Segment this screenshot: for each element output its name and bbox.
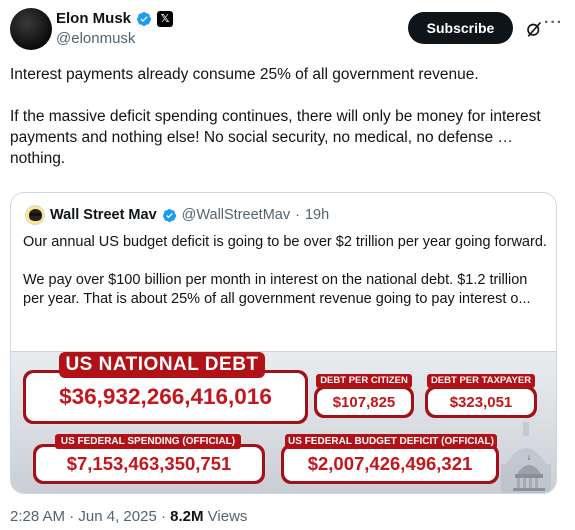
footer-separator: ·	[69, 508, 75, 525]
quote-author-handle[interactable]: @WallStreetMav	[182, 207, 290, 223]
federal-spending-box: $7,153,463,350,751	[33, 444, 265, 484]
post-time[interactable]: 2:28 AM	[10, 508, 65, 525]
quote-text: Our annual US budget deficit is going to…	[23, 233, 548, 328]
quote-paragraph: Our annual US budget deficit is going to…	[23, 234, 547, 250]
more-icon[interactable]: ···	[544, 14, 563, 32]
verified-badge-icon	[162, 208, 176, 222]
quote-author-name[interactable]: Wall Street Mav	[50, 207, 157, 223]
national-debt-value: $36,932,266,416,016	[26, 373, 305, 421]
tweet-header: Elon Musk 𝕏 @elonmusk Subscribe ···	[10, 8, 565, 52]
budget-deficit-value: $2,007,426,496,321	[284, 447, 496, 481]
debt-per-taxpayer-label: DEBT PER TAXPAYER	[427, 374, 535, 388]
footer-separator: ·	[160, 508, 166, 525]
debt-clock-image[interactable]: $36,932,266,416,016 US NATIONAL DEBT $10…	[11, 351, 556, 493]
capitol-icon	[513, 454, 545, 491]
tweet-paragraph: Interest payments already consume 25% of…	[10, 66, 479, 83]
debt-per-citizen-label: DEBT PER CITIZEN	[316, 374, 412, 388]
debt-per-taxpayer-box: $323,051	[425, 386, 537, 418]
author-name-row: Elon Musk 𝕏	[56, 10, 174, 27]
verified-badge-icon[interactable]	[136, 11, 152, 27]
federal-spending-value: $7,153,463,350,751	[36, 447, 262, 481]
quoted-tweet[interactable]: Wall Street Mav @WallStreetMav · 19h Our…	[10, 192, 557, 494]
quote-separator: ·	[295, 207, 300, 223]
author-avatar[interactable]	[10, 8, 52, 50]
quote-paragraph: We pay over $100 billion per month in in…	[23, 272, 531, 307]
tweet-paragraph: If the massive deficit spending continue…	[10, 108, 541, 167]
quote-time[interactable]: 19h	[305, 207, 329, 223]
tweet-footer: 2:28 AM · Jun 4, 2025 · 8.2M Views	[10, 508, 247, 525]
views-label: Views	[207, 508, 248, 525]
debt-per-taxpayer-value: $323,051	[428, 389, 534, 415]
federal-spending-label: US FEDERAL SPENDING (OFFICIAL)	[55, 434, 241, 449]
debt-per-citizen-value: $107,825	[317, 389, 411, 415]
tweet-text: Interest payments already consume 25% of…	[10, 64, 565, 190]
author-handle[interactable]: @elonmusk	[56, 30, 135, 47]
national-debt-title: US NATIONAL DEBT	[59, 352, 265, 378]
budget-deficit-box: $2,007,426,496,321	[281, 444, 499, 484]
quote-header: Wall Street Mav @WallStreetMav · 19h	[25, 205, 329, 225]
grok-icon[interactable]	[525, 20, 543, 38]
x-logo-icon: 𝕏	[157, 10, 174, 27]
author-name[interactable]: Elon Musk	[56, 10, 131, 27]
subscribe-button[interactable]: Subscribe	[408, 12, 513, 44]
views-count[interactable]: 8.2M	[170, 508, 203, 525]
quote-avatar[interactable]	[25, 205, 45, 225]
debt-per-citizen-box: $107,825	[314, 386, 414, 418]
post-date[interactable]: Jun 4, 2025	[78, 508, 156, 525]
national-debt-box: $36,932,266,416,016	[23, 370, 308, 424]
budget-deficit-label: US FEDERAL BUDGET DEFICIT (OFFICIAL)	[285, 434, 497, 449]
